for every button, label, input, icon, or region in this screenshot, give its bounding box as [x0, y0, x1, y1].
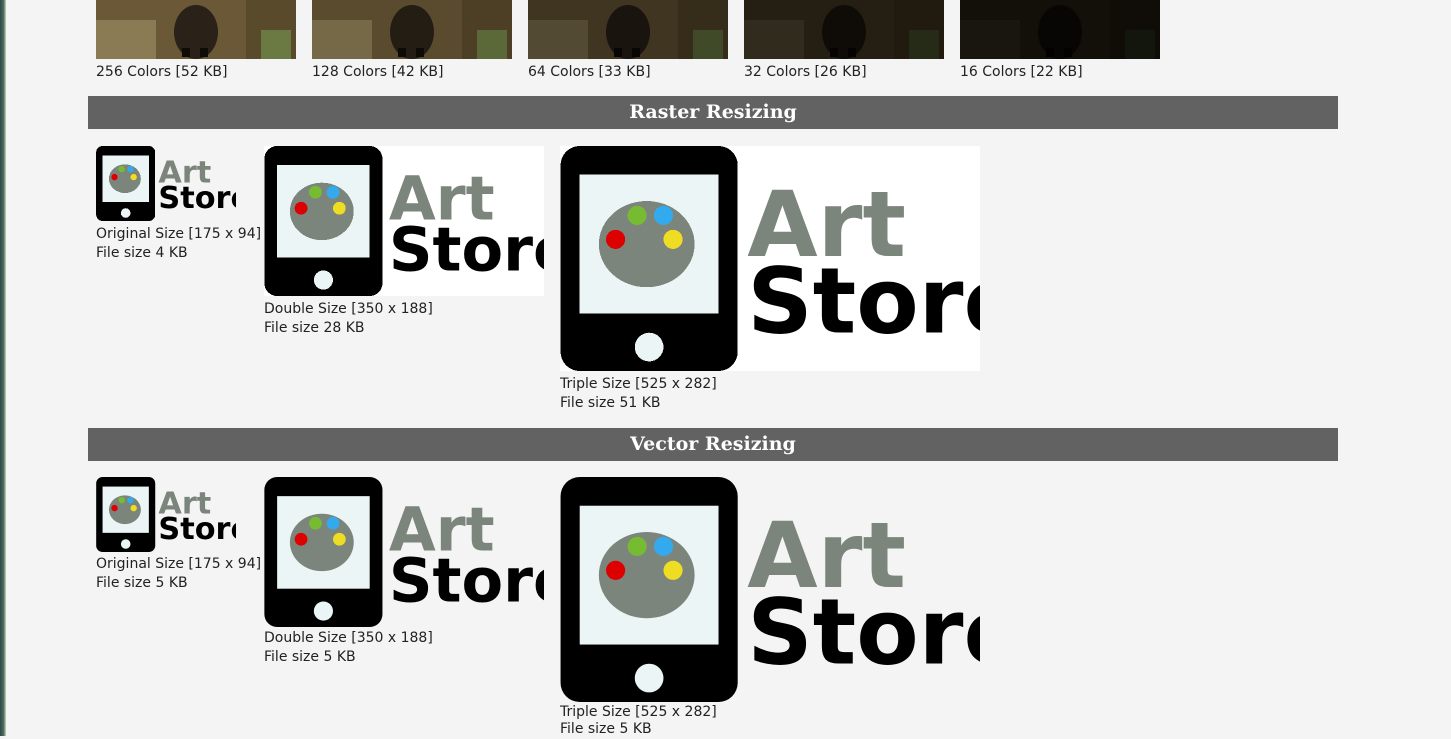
art-store-logo: Art Store — [264, 477, 544, 627]
painting-thumbnail — [960, 0, 1160, 59]
image-size-caption: Double Size [350 x 188] — [264, 630, 433, 646]
file-size-caption: File size 28 KB — [264, 320, 365, 336]
image-size-caption: Double Size [350 x 188] — [264, 301, 433, 317]
raster-resizing-heading: Raster Resizing — [88, 96, 1338, 129]
art-store-logo: Art Store — [560, 477, 980, 702]
thumbnail-caption: 128 Colors [42 KB] — [312, 64, 444, 80]
file-size-caption: File size 51 KB — [560, 395, 661, 411]
thumbnail-caption: 16 Colors [22 KB] — [960, 64, 1083, 80]
painting-thumbnail — [96, 0, 296, 59]
file-size-caption: File size 5 KB — [560, 721, 652, 737]
file-size-caption: File size 5 KB — [96, 575, 188, 591]
painting-thumbnail — [312, 0, 512, 59]
logo-word-store: Store — [747, 581, 980, 686]
image-size-caption: Triple Size [525 x 282] — [560, 376, 717, 392]
painting-thumbnail — [744, 0, 944, 59]
logo-word-store: Store — [389, 215, 544, 285]
logo-word-store: Store — [389, 546, 544, 616]
vector-resizing-heading: Vector Resizing — [88, 428, 1338, 461]
window-edge — [0, 0, 6, 736]
art-store-logo: Art Store — [560, 146, 980, 371]
painting-thumbnail — [528, 0, 728, 59]
thumbnail-caption: 256 Colors [52 KB] — [96, 64, 228, 80]
logo-word-store: Store — [158, 181, 236, 216]
thumbnail-caption: 64 Colors [33 KB] — [528, 64, 651, 80]
art-store-logo: Art Store — [264, 146, 544, 296]
logo-word-store: Store — [747, 250, 980, 355]
image-size-caption: Original Size [175 x 94] — [96, 556, 262, 572]
file-size-caption: File size 5 KB — [264, 649, 356, 665]
image-size-caption: Original Size [175 x 94] — [96, 226, 262, 242]
logo-word-store: Store — [158, 512, 236, 547]
file-size-caption: File size 4 KB — [96, 245, 188, 261]
thumbnail-caption: 32 Colors [26 KB] — [744, 64, 867, 80]
